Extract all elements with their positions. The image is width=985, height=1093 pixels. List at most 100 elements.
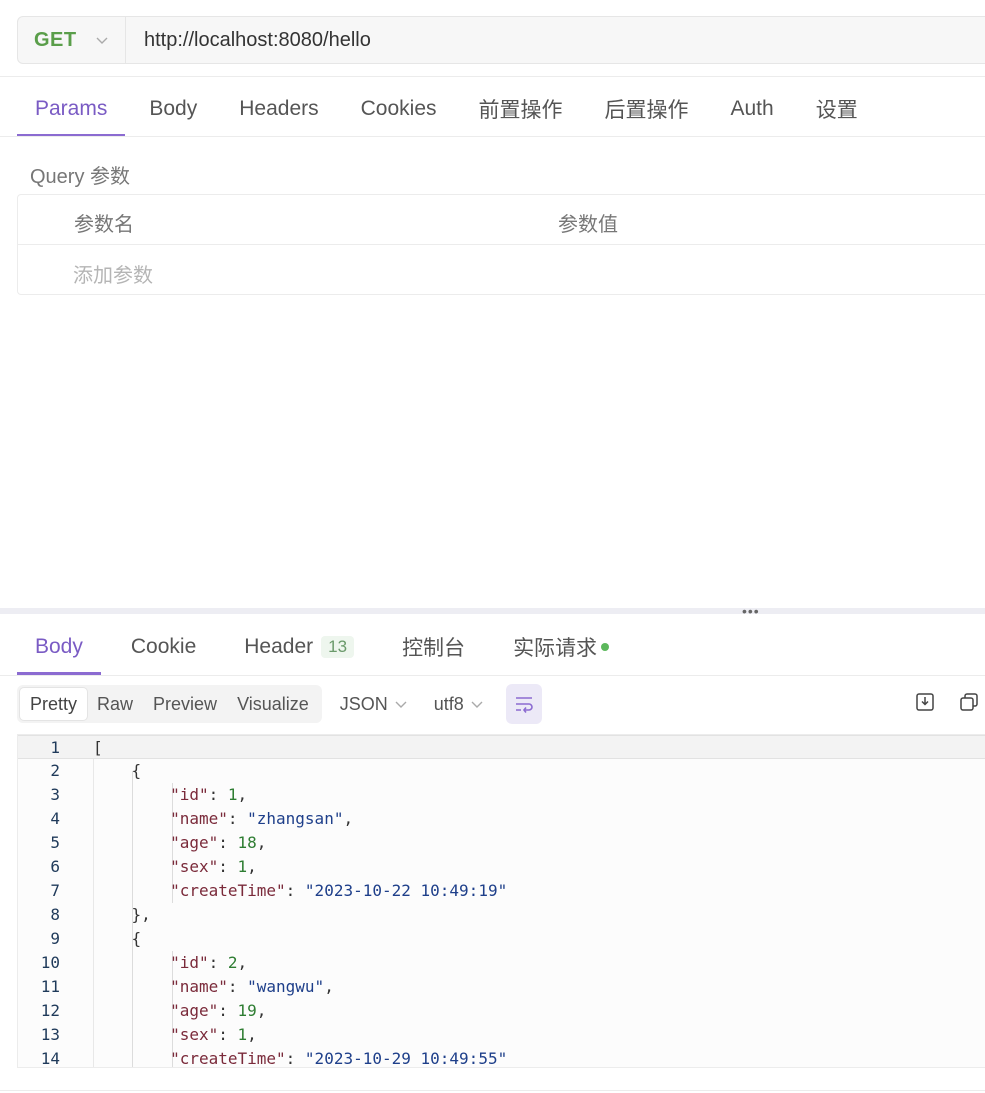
code-line: 2 { — [18, 759, 985, 783]
line-number: 1 — [50, 738, 60, 757]
line-number: 8 — [50, 905, 60, 924]
code-line: 3 "id": 1, — [18, 783, 985, 807]
encoding-label: utf8 — [433, 693, 464, 714]
line-number: 12 — [40, 1001, 60, 1020]
json-value: 1 — [227, 785, 238, 804]
code-line: 14 "createTime": "2023-10-29 10:49:55" — [18, 1047, 985, 1068]
code-text: [ — [93, 738, 103, 757]
json-key: "name" — [170, 977, 228, 996]
url-input[interactable]: http://localhost:8080/hello — [126, 29, 371, 52]
line-number: 2 — [50, 761, 60, 780]
tab-params[interactable]: Params — [17, 80, 126, 137]
code-text: "name": "zhangsan", — [170, 809, 354, 828]
divider — [0, 1090, 985, 1091]
code-text: "age": 18, — [170, 833, 267, 852]
view-mode-switch: Pretty Raw Preview Visualize — [17, 685, 322, 723]
line-number: 13 — [40, 1025, 60, 1044]
drag-handle-icon[interactable]: ••• — [742, 604, 760, 618]
tab-settings[interactable]: 设置 — [792, 80, 876, 137]
code-line: 10 "id": 2, — [18, 951, 985, 975]
param-name-header: 参数名 — [74, 214, 134, 236]
download-icon[interactable] — [915, 692, 935, 712]
code-line: 12 "age": 19, — [18, 999, 985, 1023]
tab-post-actions[interactable]: 后置操作 — [581, 80, 707, 137]
format-select[interactable]: JSON — [340, 694, 408, 715]
line-number: 11 — [40, 977, 60, 996]
view-preview-button[interactable]: Preview — [143, 688, 227, 720]
word-wrap-button[interactable] — [505, 684, 542, 724]
header-count-badge: 13 — [321, 635, 355, 658]
line-number: 7 — [50, 881, 60, 900]
line-number: 14 — [40, 1049, 60, 1068]
json-value: "wangwu" — [247, 977, 325, 996]
code-text: "createTime": "2023-10-29 10:49:55" — [170, 1049, 508, 1068]
json-value: 18 — [237, 833, 257, 852]
tab-actual-request[interactable]: 实际请求 — [483, 618, 627, 675]
copy-icon[interactable] — [959, 692, 979, 712]
code-text: "sex": 1, — [170, 1025, 257, 1044]
json-value: "2023-10-22 10:49:19" — [304, 881, 508, 900]
tab-console[interactable]: 控制台 — [372, 618, 483, 675]
tab-cookies[interactable]: Cookies — [337, 80, 455, 137]
method-select[interactable]: GET — [18, 17, 126, 63]
tab-response-cookie[interactable]: Cookie — [101, 618, 214, 675]
code-text: "sex": 1, — [170, 857, 257, 876]
tab-response-header[interactable]: Header 13 — [214, 618, 372, 675]
tab-actual-request-label: 实际请求 — [513, 636, 598, 660]
code-text: "id": 1, — [170, 785, 248, 804]
code-line: 6 "sex": 1, — [18, 855, 985, 879]
line-number: 5 — [50, 833, 60, 852]
code-text: "name": "wangwu", — [170, 977, 334, 996]
chevron-down-icon — [395, 701, 407, 708]
code-text: "age": 19, — [170, 1001, 267, 1020]
encoding-select[interactable]: utf8 — [434, 694, 484, 715]
json-key: "age" — [170, 833, 219, 852]
panel-splitter[interactable] — [0, 608, 985, 614]
tab-headers[interactable]: Headers — [215, 80, 336, 137]
tab-auth[interactable]: Auth — [707, 80, 792, 137]
tab-pre-actions[interactable]: 前置操作 — [455, 80, 581, 137]
code-line: 11 "name": "wangwu", — [18, 975, 985, 999]
code-line: 13 "sex": 1, — [18, 1023, 985, 1047]
tab-response-header-label: Header — [244, 634, 314, 658]
line-number: 10 — [40, 953, 60, 972]
json-value: "2023-10-29 10:49:55" — [304, 1049, 508, 1068]
add-param-input[interactable]: 添加参数 — [73, 259, 153, 288]
json-key: "name" — [170, 809, 228, 828]
params-table: 参数名 参数值 添加参数 — [17, 194, 985, 295]
code-line: 4 "name": "zhangsan", — [18, 807, 985, 831]
response-tabs: Body Cookie Header 13 控制台 实际请求 — [17, 618, 627, 675]
json-key: "createTime" — [170, 1049, 286, 1068]
json-value: "zhangsan" — [247, 809, 344, 828]
code-line: 5 "age": 18, — [18, 831, 985, 855]
code-text: { — [93, 929, 142, 948]
param-value-header: 参数值 — [558, 214, 618, 236]
line-number: 4 — [50, 809, 60, 828]
word-wrap-icon — [515, 697, 533, 713]
divider — [0, 675, 985, 676]
tab-body[interactable]: Body — [125, 80, 215, 137]
json-key: "sex" — [170, 857, 219, 876]
code-line: 9 { — [18, 927, 985, 951]
divider — [0, 76, 985, 77]
view-pretty-button[interactable]: Pretty — [20, 688, 88, 720]
code-line: 8 }, — [18, 903, 985, 927]
json-key: "id" — [170, 785, 209, 804]
view-visualize-button[interactable]: Visualize — [227, 688, 319, 720]
view-raw-button[interactable]: Raw — [87, 688, 143, 720]
response-body-viewer[interactable]: 1[2 {3 "id": 1, 4 "name": "zhangsan", 5 "a… — [17, 734, 985, 1068]
url-bar: GET http://localhost:8080/hello — [17, 16, 985, 64]
request-tabs: Params Body Headers Cookies 前置操作 后置操作 Au… — [17, 80, 876, 137]
code-text: "id": 2, — [170, 953, 248, 972]
code-line: 1[ — [18, 735, 985, 759]
divider — [0, 136, 985, 137]
json-value: 2 — [227, 953, 238, 972]
tab-response-body[interactable]: Body — [17, 618, 101, 675]
params-table-header: 参数名 参数值 — [18, 195, 985, 245]
query-params-title: Query 参数 — [30, 166, 131, 188]
json-key: "sex" — [170, 1025, 219, 1044]
line-number: 9 — [50, 929, 60, 948]
code-text: }, — [93, 905, 151, 924]
format-label: JSON — [339, 693, 388, 714]
code-text: { — [93, 761, 142, 780]
